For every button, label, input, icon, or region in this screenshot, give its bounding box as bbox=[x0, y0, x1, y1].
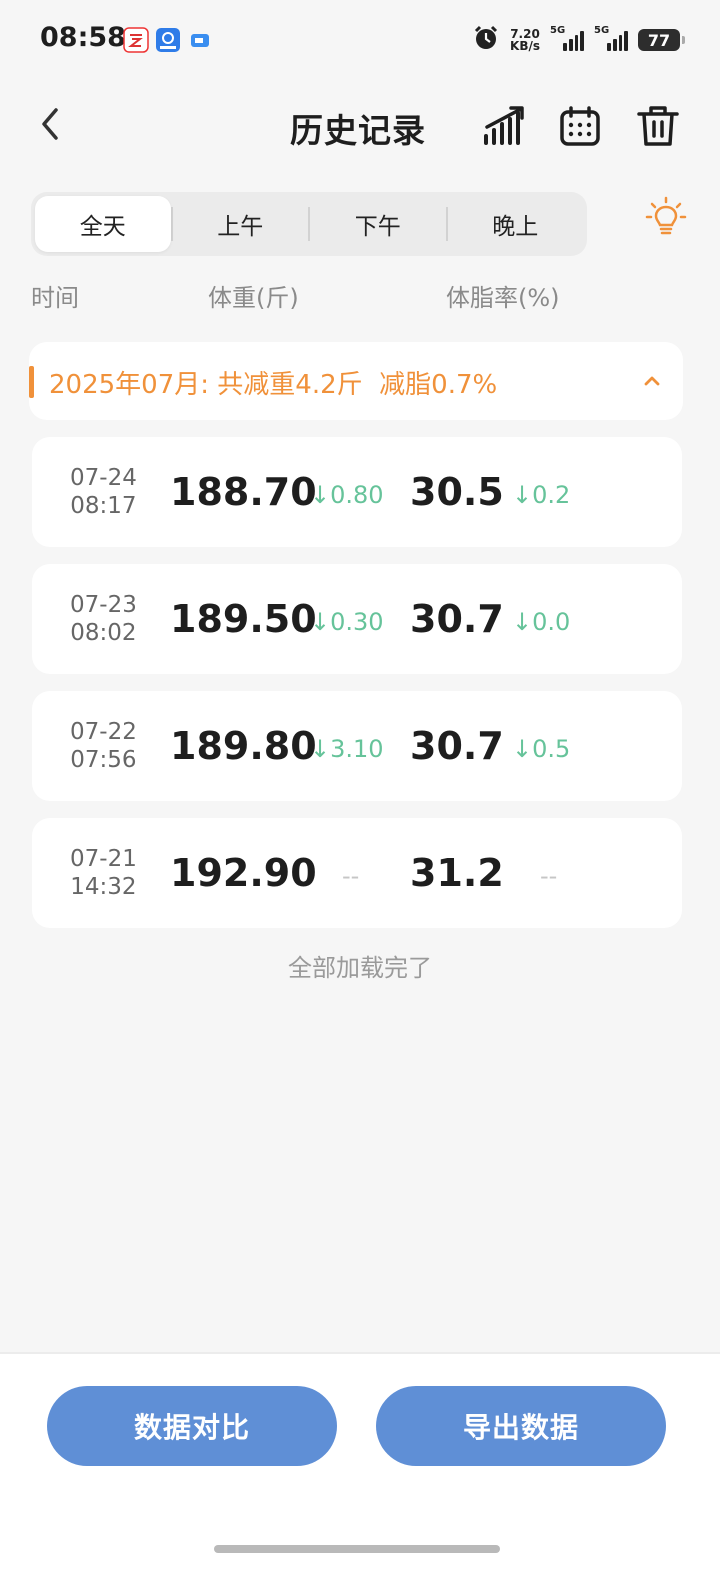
record-weight-change: -- bbox=[342, 862, 360, 890]
record-weight: 192.90 bbox=[170, 851, 317, 895]
page-title: 历史记录 bbox=[290, 111, 426, 150]
network-type-label: 5G bbox=[550, 25, 566, 36]
header: 历史记录 bbox=[0, 90, 720, 162]
record-row[interactable]: 07-23 08:02 189.50 ↓0.30 30.7 ↓0.0 bbox=[32, 564, 682, 674]
network-speed-unit: KB/s bbox=[510, 39, 540, 53]
trash-icon bbox=[637, 106, 679, 146]
time-range-tabs: 全天 上午 下午 晚上 bbox=[31, 192, 587, 256]
tab-afternoon[interactable]: 下午 bbox=[310, 196, 446, 252]
record-body-fat-change: ↓0.2 bbox=[512, 481, 571, 509]
back-icon bbox=[42, 108, 58, 140]
alarm-icon bbox=[472, 24, 500, 56]
record-date: 07-21 bbox=[70, 846, 137, 872]
month-summary[interactable]: 2025年07月: 共减重4.2斤 减脂0.7% bbox=[29, 342, 683, 420]
trend-chart-icon bbox=[484, 106, 524, 145]
record-weight-change: ↓0.30 bbox=[310, 608, 384, 636]
tips-button[interactable] bbox=[644, 196, 688, 240]
export-data-button[interactable]: 导出数据 bbox=[376, 1386, 666, 1466]
compare-data-button[interactable]: 数据对比 bbox=[47, 1386, 337, 1466]
app-notification-icon bbox=[187, 27, 213, 53]
record-time: 08:17 bbox=[70, 493, 137, 519]
tab-morning[interactable]: 上午 bbox=[173, 196, 309, 252]
tab-all-day[interactable]: 全天 bbox=[35, 196, 171, 252]
record-datetime: 07-22 07:56 bbox=[70, 718, 137, 774]
record-body-fat: 30.7 bbox=[410, 597, 504, 641]
record-body-fat-change: ↓0.5 bbox=[512, 735, 571, 763]
month-summary-text: 2025年07月: 共减重4.2斤 减脂0.7% bbox=[49, 370, 498, 400]
record-body-fat-change: ↓0.0 bbox=[512, 608, 571, 636]
record-date: 07-22 bbox=[70, 719, 137, 745]
month-accent-bar bbox=[29, 366, 34, 398]
status-time: 08:58 bbox=[40, 22, 126, 53]
signal-strength-icon: 5G bbox=[550, 25, 585, 51]
record-weight-change: ↓3.10 bbox=[310, 735, 384, 763]
calendar-button[interactable] bbox=[556, 102, 604, 150]
record-weight: 189.80 bbox=[170, 724, 317, 768]
chevron-up-icon[interactable] bbox=[639, 368, 665, 394]
record-weight: 189.50 bbox=[170, 597, 317, 641]
app-notification-icon bbox=[123, 27, 149, 53]
battery-indicator: 77 bbox=[638, 29, 685, 51]
lightbulb-icon bbox=[645, 196, 687, 235]
status-indicators: 7.20 KB/s 5G 5G 77 bbox=[472, 24, 685, 56]
record-date: 07-24 bbox=[70, 465, 137, 491]
network-speed: 7.20 KB/s bbox=[510, 28, 540, 52]
back-button[interactable] bbox=[30, 102, 70, 146]
record-body-fat: 30.5 bbox=[410, 470, 504, 514]
calendar-icon bbox=[560, 106, 600, 146]
record-datetime: 07-21 14:32 bbox=[70, 845, 137, 901]
record-row[interactable]: 07-21 14:32 192.90 -- 31.2 -- bbox=[32, 818, 682, 928]
record-datetime: 07-23 08:02 bbox=[70, 591, 137, 647]
delete-button[interactable] bbox=[634, 102, 682, 150]
record-datetime: 07-24 08:17 bbox=[70, 464, 137, 520]
network-type-label: 5G bbox=[594, 25, 610, 36]
record-time: 08:02 bbox=[70, 620, 137, 646]
column-header-weight: 体重(斤) bbox=[208, 284, 299, 312]
tab-evening[interactable]: 晚上 bbox=[448, 196, 584, 252]
record-weight-change: ↓0.80 bbox=[310, 481, 384, 509]
column-header-body-fat: 体脂率(%) bbox=[446, 284, 560, 312]
list-end-message: 全部加载完了 bbox=[288, 954, 432, 982]
signal-strength-icon: 5G bbox=[594, 25, 629, 51]
home-indicator[interactable] bbox=[214, 1545, 500, 1553]
trend-chart-button[interactable] bbox=[480, 102, 528, 150]
record-body-fat: 30.7 bbox=[410, 724, 504, 768]
record-row[interactable]: 07-24 08:17 188.70 ↓0.80 30.5 ↓0.2 bbox=[32, 437, 682, 547]
record-body-fat: 31.2 bbox=[410, 851, 504, 895]
record-weight: 188.70 bbox=[170, 470, 317, 514]
record-time: 14:32 bbox=[70, 874, 137, 900]
status-bar: 08:58 7.20 KB/s 5G 5G 77 bbox=[0, 0, 720, 80]
record-time: 07:56 bbox=[70, 747, 137, 773]
app-notification-icon bbox=[155, 27, 181, 53]
record-row[interactable]: 07-22 07:56 189.80 ↓3.10 30.7 ↓0.5 bbox=[32, 691, 682, 801]
record-date: 07-23 bbox=[70, 592, 137, 618]
column-header-time: 时间 bbox=[31, 284, 79, 312]
record-body-fat-change: -- bbox=[540, 862, 558, 890]
